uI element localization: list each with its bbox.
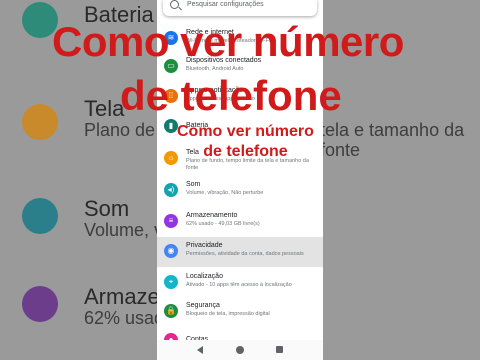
location-icon: ⌖	[164, 275, 178, 289]
storage-icon	[22, 286, 58, 322]
video-headline-line1: Como ver número	[52, 18, 404, 65]
video-headline-line2: de telefone	[120, 72, 342, 119]
search-bar[interactable]: Pesquisar configurações	[163, 0, 317, 16]
settings-item-storage[interactable]: ≡ Armazenamento 62% usado - 49,03 GB livre…	[157, 207, 323, 237]
settings-item-subtitle: Ativado - 10 apps têm acesso à localizaç…	[186, 282, 292, 288]
video-caption: Como ver número de telefone	[177, 122, 314, 162]
settings-item-title: Privacidade	[186, 242, 223, 249]
settings-item-subtitle: Permissões, atividade da conta, dados pe…	[186, 251, 304, 257]
bg-row-subtitle: Plano de	[84, 120, 156, 140]
navigation-bar	[157, 340, 323, 360]
settings-item-lock[interactable]: 🔒 Segurança Bloqueio de tela, impressão di…	[157, 297, 323, 327]
home-icon[interactable]	[236, 346, 244, 354]
settings-item-subtitle: Bloqueio de tela, impressão digital	[186, 311, 270, 317]
video-caption-line1: Como ver número	[177, 123, 314, 140]
lock-icon: 🔒	[164, 304, 178, 318]
settings-item-title: Localização	[186, 273, 223, 280]
bg-row-subtitle: Volume, v	[84, 220, 164, 240]
settings-item-subtitle: 62% usado - 49,03 GB livre(s)	[186, 221, 260, 227]
settings-item-subtitle: Volume, vibração, Não perturbe	[186, 190, 264, 196]
video-caption-line2: de telefone	[203, 143, 288, 160]
search-input[interactable]: Pesquisar configurações	[187, 1, 264, 8]
display-icon: ☼	[164, 151, 178, 165]
search-icon	[170, 0, 179, 9]
battery-icon: ▮	[164, 119, 178, 133]
settings-item-privacy[interactable]: ◉ Privacidade Permissões, atividade da con…	[157, 237, 323, 267]
settings-item-location[interactable]: ⌖ Localização Ativado - 10 apps têm acesso…	[157, 268, 323, 298]
settings-item-title: Armazenamento	[186, 212, 238, 219]
bg-row-title: Tela	[84, 96, 125, 121]
sound-icon	[22, 198, 58, 234]
storage-icon: ≡	[164, 214, 178, 228]
bg-row-subtitle: 62% usad	[84, 308, 165, 328]
display-icon	[22, 104, 58, 140]
settings-item-sound[interactable]: ◂) Som Volume, vibração, Não perturbe	[157, 176, 323, 206]
bg-row-subtitle-right: tela e tamanho da fonte	[320, 120, 465, 160]
back-icon[interactable]	[197, 346, 203, 354]
settings-item-title: Segurança	[186, 302, 220, 309]
settings-item-title: Som	[186, 181, 201, 188]
bg-row-title: Som	[84, 196, 130, 221]
sound-icon: ◂)	[164, 183, 178, 197]
recents-icon[interactable]	[276, 346, 283, 353]
privacy-icon: ◉	[164, 244, 178, 258]
